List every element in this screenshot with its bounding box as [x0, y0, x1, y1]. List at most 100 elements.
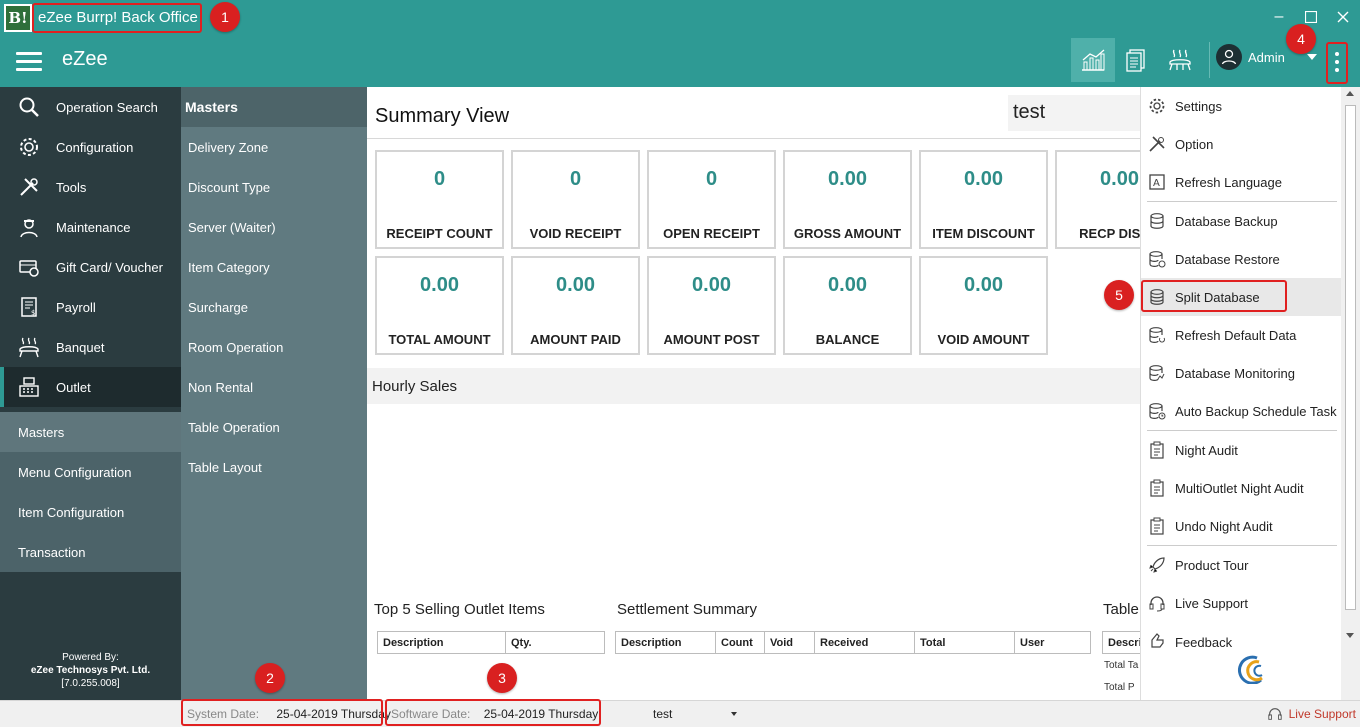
menu-item-label: Feedback	[1175, 635, 1233, 650]
stat-label: RECP DISCO	[1079, 226, 1140, 241]
menu-item-refresh-default-data[interactable]: Refresh Default Data	[1141, 316, 1341, 354]
subnav-item-transaction[interactable]: Transaction	[0, 532, 181, 572]
masters-item-table-operation[interactable]: Table Operation	[181, 407, 367, 447]
menu-item-undo-night-audit[interactable]: Undo Night Audit	[1141, 507, 1341, 545]
database-restore-icon	[1147, 249, 1167, 269]
masters-item-non-rental[interactable]: Non Rental	[181, 367, 367, 407]
rocket-icon	[1147, 555, 1167, 575]
reports-document-icon[interactable]	[1114, 38, 1158, 82]
stat-card-void-amount: 0.00 VOID AMOUNT	[919, 256, 1048, 355]
close-icon[interactable]	[1334, 6, 1352, 28]
app-header: eZee Admin	[0, 36, 1360, 87]
column-header[interactable]: User	[1014, 631, 1091, 654]
masters-item-room-operation[interactable]: Room Operation	[181, 327, 367, 367]
clipboard-icon	[1147, 440, 1167, 460]
sidebar-item-payroll[interactable]: $ Payroll	[0, 287, 181, 327]
annotation-box-title	[32, 3, 202, 33]
stat-value: 0.00	[964, 168, 1003, 190]
table-total-row: Total Ta	[1104, 660, 1139, 671]
sidebar-item-maintenance[interactable]: Maintenance	[0, 207, 181, 247]
language-icon: A	[1147, 172, 1167, 192]
annotation-badge: 2	[255, 663, 285, 693]
app-logo: B!	[4, 4, 32, 32]
sidebar-item-tools[interactable]: Tools	[0, 167, 181, 207]
banquet-heater-icon[interactable]	[1158, 38, 1202, 82]
menu-item-live-support[interactable]: Live Support	[1141, 584, 1341, 622]
sidebar-item-label: Banquet	[56, 339, 105, 355]
stat-card-item-discount: 0.00 ITEM DISCOUNT	[919, 150, 1048, 249]
menu-item-night-audit[interactable]: Night Audit	[1141, 431, 1341, 469]
masters-item-discount-type[interactable]: Discount Type	[181, 167, 367, 207]
sidebar-item-label: Outlet	[56, 379, 91, 395]
menu-item-label: Refresh Language	[1175, 174, 1282, 190]
company-name: eZee Technosys Pvt. Ltd.	[30, 665, 151, 676]
scroll-up-icon[interactable]	[1346, 91, 1354, 96]
subnav-item-item-configuration[interactable]: Item Configuration	[0, 492, 181, 532]
settlement-table: Description Count Void Received Total Us…	[615, 631, 1091, 654]
stat-card-open-receipt: 0 OPEN RECEIPT	[647, 150, 776, 249]
masters-item-delivery-zone[interactable]: Delivery Zone	[181, 127, 367, 167]
page-title: Summary View	[375, 105, 510, 127]
column-header[interactable]: Descri	[1102, 631, 1140, 654]
stat-label: VOID RECEIPT	[529, 226, 622, 241]
outlet-search-input[interactable]: test	[1008, 95, 1140, 131]
database-icon	[1147, 211, 1167, 231]
annotation-badge: 5	[1104, 280, 1134, 310]
column-header[interactable]: Received	[814, 631, 915, 654]
annotation-box-software-date	[385, 699, 601, 726]
column-header[interactable]: Description	[615, 631, 716, 654]
live-support-link[interactable]: Live Support	[1267, 706, 1356, 722]
sidebar-item-outlet[interactable]: Outlet	[0, 367, 181, 407]
scroll-down-icon[interactable]	[1346, 633, 1354, 638]
subnav-item-masters[interactable]: Masters	[0, 412, 181, 452]
minimize-icon[interactable]: –	[1270, 6, 1288, 28]
sidebar-item-label: Gift Card/ Voucher	[56, 259, 163, 275]
stat-label: GROSS AMOUNT	[793, 226, 902, 241]
menu-item-auto-backup-schedule[interactable]: Auto Backup Schedule Task	[1141, 392, 1341, 430]
stat-value: 0.00	[420, 274, 459, 296]
tools-icon	[16, 174, 42, 200]
masters-item-item-category[interactable]: Item Category	[181, 247, 367, 287]
live-support-label: Live Support	[1288, 707, 1356, 721]
menu-scrollbar[interactable]	[1341, 87, 1360, 700]
column-header[interactable]: Qty.	[505, 631, 605, 654]
menu-item-database-backup[interactable]: Database Backup	[1141, 202, 1341, 240]
hamburger-menu-icon[interactable]	[16, 52, 42, 72]
property-select[interactable]: test	[653, 707, 737, 721]
cash-register-icon	[16, 374, 42, 400]
menu-item-label: Product Tour	[1175, 557, 1249, 573]
sidebar-item-operation-search[interactable]: Operation Search	[0, 87, 181, 127]
dashboard-chart-icon[interactable]	[1071, 38, 1115, 82]
masters-item-table-layout[interactable]: Table Layout	[181, 447, 367, 487]
sidebar-item-gift-card[interactable]: Gift Card/ Voucher	[0, 247, 181, 287]
column-header[interactable]: Description	[377, 631, 506, 654]
column-header[interactable]: Total	[914, 631, 1015, 654]
clipboard-icon	[1147, 478, 1167, 498]
top5-table: Description Qty.	[377, 631, 605, 654]
menu-item-refresh-language[interactable]: A Refresh Language	[1141, 163, 1341, 201]
menu-item-database-restore[interactable]: Database Restore	[1141, 240, 1341, 278]
column-header[interactable]: Void	[764, 631, 815, 654]
user-name: Admin	[1248, 49, 1285, 65]
menu-item-product-tour[interactable]: Product Tour	[1141, 546, 1341, 584]
masters-title: Masters	[181, 87, 367, 127]
sidebar-item-configuration[interactable]: Configuration	[0, 127, 181, 167]
sidebar-item-banquet[interactable]: Banquet	[0, 327, 181, 367]
masters-panel: Masters Delivery Zone Discount Type Serv…	[181, 87, 367, 700]
column-header[interactable]: Count	[715, 631, 765, 654]
menu-item-option[interactable]: Option	[1141, 125, 1341, 163]
headset-icon	[1147, 593, 1167, 613]
summary-header: Summary View test	[367, 87, 1140, 139]
scroll-thumb[interactable]	[1345, 105, 1356, 610]
stat-label: VOID AMOUNT	[937, 332, 1030, 347]
masters-item-surcharge[interactable]: Surcharge	[181, 287, 367, 327]
subnav-item-menu-configuration[interactable]: Menu Configuration	[0, 452, 181, 492]
menu-item-feedback[interactable]: Feedback	[1141, 622, 1341, 650]
annotation-box-split-database	[1141, 280, 1287, 312]
menu-item-settings[interactable]: Settings	[1141, 87, 1341, 125]
menu-item-multioutlet-night-audit[interactable]: MultiOutlet Night Audit	[1141, 469, 1341, 507]
masters-item-server-waiter[interactable]: Server (Waiter)	[181, 207, 367, 247]
menu-item-database-monitoring[interactable]: Database Monitoring	[1141, 354, 1341, 392]
gear-icon	[1147, 96, 1167, 116]
svg-text:A: A	[1153, 178, 1160, 189]
